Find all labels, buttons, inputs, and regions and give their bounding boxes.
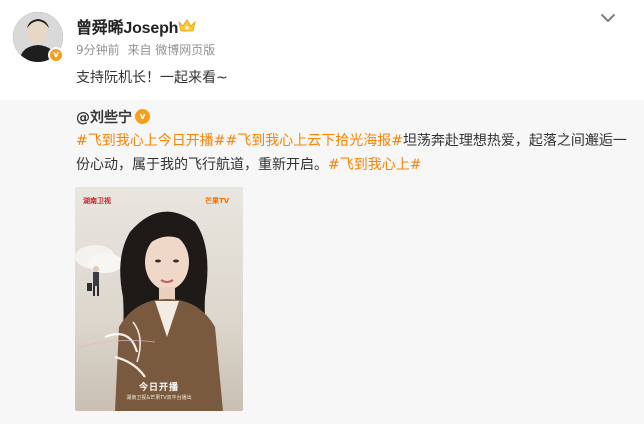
post-header: v 曾舜晞Joseph 9分钟前 来自 微博网页版 支持阮机长！一起来看~ — [0, 0, 644, 100]
poster-image[interactable]: 湖南卫视 芒果TV 今日开播 湖南卫视&芒果TV双平台播出 — [75, 187, 243, 411]
chevron-down-icon[interactable] — [600, 12, 616, 24]
poster-air-text: 今日开播 — [138, 383, 179, 393]
post-time[interactable]: 9分钟前 — [76, 43, 120, 57]
repost-author[interactable]: @刘些宁 — [76, 107, 132, 127]
verified-badge-icon: v — [48, 47, 64, 63]
verified-badge-icon: v — [135, 109, 150, 124]
repost-card[interactable]: @刘些宁 v #飞到我心上今日开播##飞到我心上云下拾光海报#坦荡奔赴理想热爱，… — [0, 100, 644, 424]
poster-artwork — [75, 211, 223, 411]
post-text: 支持阮机长！一起来看~ — [76, 70, 228, 86]
poster-logo-mango: 芒果TV — [205, 197, 230, 205]
topic-link[interactable]: #飞到我心上云下拾光海报# — [225, 133, 402, 149]
crown-icon[interactable] — [177, 17, 197, 33]
topic-link[interactable]: #飞到我心上# — [328, 157, 421, 173]
topic-link[interactable]: #飞到我心上今日开播# — [76, 133, 225, 149]
post-meta: 9分钟前 来自 微博网页版 — [76, 41, 219, 58]
author-name[interactable]: 曾舜晞Joseph — [76, 14, 178, 38]
poster-logo-hunan: 湖南卫视 — [83, 197, 111, 205]
repost-text: #飞到我心上今日开播##飞到我心上云下拾光海报#坦荡奔赴理想热爱，起落之间邂逅一… — [76, 129, 636, 177]
post-source: 来自 微博网页版 — [127, 43, 216, 57]
poster-channels: 湖南卫视&芒果TV双平台播出 — [126, 395, 192, 401]
